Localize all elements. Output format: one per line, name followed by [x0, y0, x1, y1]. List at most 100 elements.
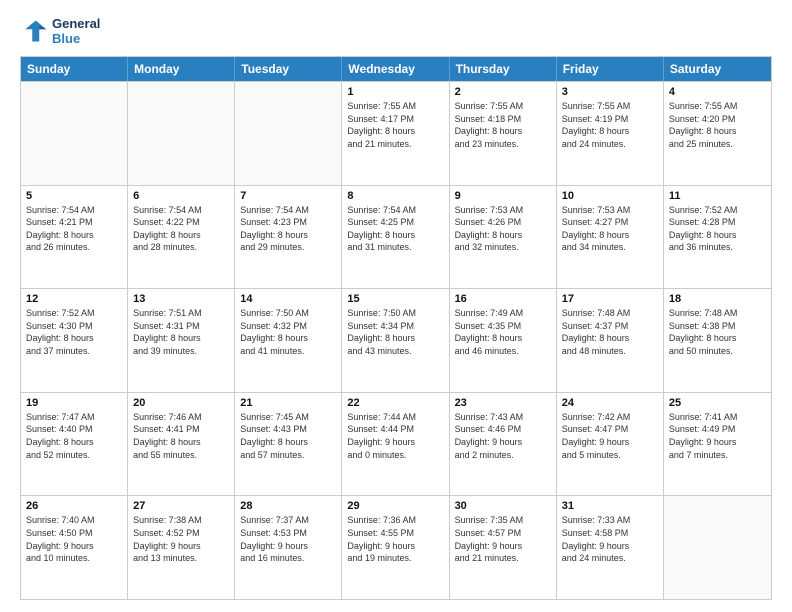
calendar-cell: 23 Sunrise: 7:43 AM Sunset: 4:46 PM Dayli…	[450, 393, 557, 496]
day-number: 10	[562, 190, 658, 202]
day-number: 30	[455, 500, 551, 512]
day-info: Sunrise: 7:54 AM Sunset: 4:25 PM Dayligh…	[347, 204, 443, 254]
day-info: Sunrise: 7:54 AM Sunset: 4:22 PM Dayligh…	[133, 204, 229, 254]
logo-icon	[20, 17, 48, 45]
day-number: 14	[240, 293, 336, 305]
day-number: 31	[562, 500, 658, 512]
calendar-cell: 5Sunrise: 7:54 AM Sunset: 4:21 PM Daylig…	[21, 186, 128, 289]
day-info: Sunrise: 7:46 AM Sunset: 4:41 PM Dayligh…	[133, 411, 229, 461]
day-number: 16	[455, 293, 551, 305]
calendar-cell: 21Sunrise: 7:45 AM Sunset: 4:43 PM Dayli…	[235, 393, 342, 496]
calendar-cell: 19Sunrise: 7:47 AM Sunset: 4:40 PM Dayli…	[21, 393, 128, 496]
calendar-day-header: Thursday	[450, 57, 557, 81]
day-number: 11	[669, 190, 766, 202]
day-info: Sunrise: 7:53 AM Sunset: 4:27 PM Dayligh…	[562, 204, 658, 254]
day-info: Sunrise: 7:36 AM Sunset: 4:55 PM Dayligh…	[347, 514, 443, 564]
day-info: Sunrise: 7:52 AM Sunset: 4:28 PM Dayligh…	[669, 204, 766, 254]
calendar-cell: 17 Sunrise: 7:48 AM Sunset: 4:37 PM Dayli…	[557, 289, 664, 392]
calendar-cell: 18Sunrise: 7:48 AM Sunset: 4:38 PM Dayli…	[664, 289, 771, 392]
logo-blue: Blue	[52, 31, 100, 46]
day-info: Sunrise: 7:37 AM Sunset: 4:53 PM Dayligh…	[240, 514, 336, 564]
day-info: Sunrise: 7:48 AM Sunset: 4:37 PM Dayligh…	[562, 307, 658, 357]
calendar-cell: 27 Sunrise: 7:38 AM Sunset: 4:52 PM Dayli…	[128, 496, 235, 599]
calendar-cell	[664, 496, 771, 599]
calendar-cell: 24Sunrise: 7:42 AM Sunset: 4:47 PM Dayli…	[557, 393, 664, 496]
calendar-cell: 3Sunrise: 7:55 AM Sunset: 4:19 PM Daylig…	[557, 82, 664, 185]
day-number: 27	[133, 500, 229, 512]
calendar-cell: 6Sunrise: 7:54 AM Sunset: 4:22 PM Daylig…	[128, 186, 235, 289]
calendar-body: 1Sunrise: 7:55 AM Sunset: 4:17 PM Daylig…	[21, 81, 771, 599]
calendar: SundayMondayTuesdayWednesdayThursdayFrid…	[20, 56, 772, 600]
day-info: Sunrise: 7:55 AM Sunset: 4:20 PM Dayligh…	[669, 100, 766, 150]
day-number: 5	[26, 190, 122, 202]
calendar-day-header: Tuesday	[235, 57, 342, 81]
day-info: Sunrise: 7:55 AM Sunset: 4:18 PM Dayligh…	[455, 100, 551, 150]
day-info: Sunrise: 7:35 AM Sunset: 4:57 PM Dayligh…	[455, 514, 551, 564]
calendar-header: SundayMondayTuesdayWednesdayThursdayFrid…	[21, 57, 771, 81]
day-number: 2	[455, 86, 551, 98]
day-info: Sunrise: 7:50 AM Sunset: 4:32 PM Dayligh…	[240, 307, 336, 357]
calendar-cell: 11 Sunrise: 7:52 AM Sunset: 4:28 PM Dayli…	[664, 186, 771, 289]
calendar-cell: 28 Sunrise: 7:37 AM Sunset: 4:53 PM Dayli…	[235, 496, 342, 599]
day-info: Sunrise: 7:49 AM Sunset: 4:35 PM Dayligh…	[455, 307, 551, 357]
day-number: 12	[26, 293, 122, 305]
logo-general: General	[52, 16, 100, 31]
day-info: Sunrise: 7:44 AM Sunset: 4:44 PM Dayligh…	[347, 411, 443, 461]
day-number: 9	[455, 190, 551, 202]
calendar-cell: 15Sunrise: 7:50 AM Sunset: 4:34 PM Dayli…	[342, 289, 449, 392]
calendar-cell: 25 Sunrise: 7:41 AM Sunset: 4:49 PM Dayli…	[664, 393, 771, 496]
calendar-cell: 2 Sunrise: 7:55 AM Sunset: 4:18 PM Daylig…	[450, 82, 557, 185]
calendar-cell: 4 Sunrise: 7:55 AM Sunset: 4:20 PM Daylig…	[664, 82, 771, 185]
day-info: Sunrise: 7:50 AM Sunset: 4:34 PM Dayligh…	[347, 307, 443, 357]
day-info: Sunrise: 7:52 AM Sunset: 4:30 PM Dayligh…	[26, 307, 122, 357]
day-number: 26	[26, 500, 122, 512]
calendar-cell: 7 Sunrise: 7:54 AM Sunset: 4:23 PM Daylig…	[235, 186, 342, 289]
day-info: Sunrise: 7:47 AM Sunset: 4:40 PM Dayligh…	[26, 411, 122, 461]
calendar-cell: 10 Sunrise: 7:53 AM Sunset: 4:27 PM Dayli…	[557, 186, 664, 289]
calendar-cell: 29 Sunrise: 7:36 AM Sunset: 4:55 PM Dayli…	[342, 496, 449, 599]
calendar-cell: 22 Sunrise: 7:44 AM Sunset: 4:44 PM Dayli…	[342, 393, 449, 496]
logo: General Blue	[20, 16, 100, 46]
calendar-cell: 8 Sunrise: 7:54 AM Sunset: 4:25 PM Daylig…	[342, 186, 449, 289]
day-number: 24	[562, 397, 658, 409]
day-info: Sunrise: 7:51 AM Sunset: 4:31 PM Dayligh…	[133, 307, 229, 357]
calendar-cell: 13Sunrise: 7:51 AM Sunset: 4:31 PM Dayli…	[128, 289, 235, 392]
calendar-day-header: Wednesday	[342, 57, 449, 81]
logo-text: General Blue	[52, 16, 100, 46]
calendar-cell	[21, 82, 128, 185]
day-info: Sunrise: 7:43 AM Sunset: 4:46 PM Dayligh…	[455, 411, 551, 461]
day-info: Sunrise: 7:41 AM Sunset: 4:49 PM Dayligh…	[669, 411, 766, 461]
day-info: Sunrise: 7:40 AM Sunset: 4:50 PM Dayligh…	[26, 514, 122, 564]
day-number: 1	[347, 86, 443, 98]
day-info: Sunrise: 7:54 AM Sunset: 4:23 PM Dayligh…	[240, 204, 336, 254]
day-info: Sunrise: 7:33 AM Sunset: 4:58 PM Dayligh…	[562, 514, 658, 564]
day-number: 7	[240, 190, 336, 202]
calendar-cell: 12 Sunrise: 7:52 AM Sunset: 4:30 PM Dayli…	[21, 289, 128, 392]
calendar-cell	[235, 82, 342, 185]
day-number: 8	[347, 190, 443, 202]
day-number: 3	[562, 86, 658, 98]
day-number: 23	[455, 397, 551, 409]
calendar-cell: 26 Sunrise: 7:40 AM Sunset: 4:50 PM Dayli…	[21, 496, 128, 599]
calendar-cell: 20Sunrise: 7:46 AM Sunset: 4:41 PM Dayli…	[128, 393, 235, 496]
calendar-cell: 9Sunrise: 7:53 AM Sunset: 4:26 PM Daylig…	[450, 186, 557, 289]
calendar-day-header: Friday	[557, 57, 664, 81]
calendar-day-header: Sunday	[21, 57, 128, 81]
calendar-cell: 31 Sunrise: 7:33 AM Sunset: 4:58 PM Dayli…	[557, 496, 664, 599]
day-number: 28	[240, 500, 336, 512]
calendar-cell	[128, 82, 235, 185]
day-number: 29	[347, 500, 443, 512]
calendar-cell: 16 Sunrise: 7:49 AM Sunset: 4:35 PM Dayli…	[450, 289, 557, 392]
day-number: 18	[669, 293, 766, 305]
day-number: 21	[240, 397, 336, 409]
day-number: 17	[562, 293, 658, 305]
calendar-week: 19Sunrise: 7:47 AM Sunset: 4:40 PM Dayli…	[21, 392, 771, 496]
day-number: 25	[669, 397, 766, 409]
calendar-cell: 30 Sunrise: 7:35 AM Sunset: 4:57 PM Dayli…	[450, 496, 557, 599]
calendar-week: 12 Sunrise: 7:52 AM Sunset: 4:30 PM Dayli…	[21, 288, 771, 392]
day-info: Sunrise: 7:38 AM Sunset: 4:52 PM Dayligh…	[133, 514, 229, 564]
header: General Blue	[20, 16, 772, 46]
calendar-week: 26 Sunrise: 7:40 AM Sunset: 4:50 PM Dayli…	[21, 495, 771, 599]
day-number: 4	[669, 86, 766, 98]
day-number: 22	[347, 397, 443, 409]
